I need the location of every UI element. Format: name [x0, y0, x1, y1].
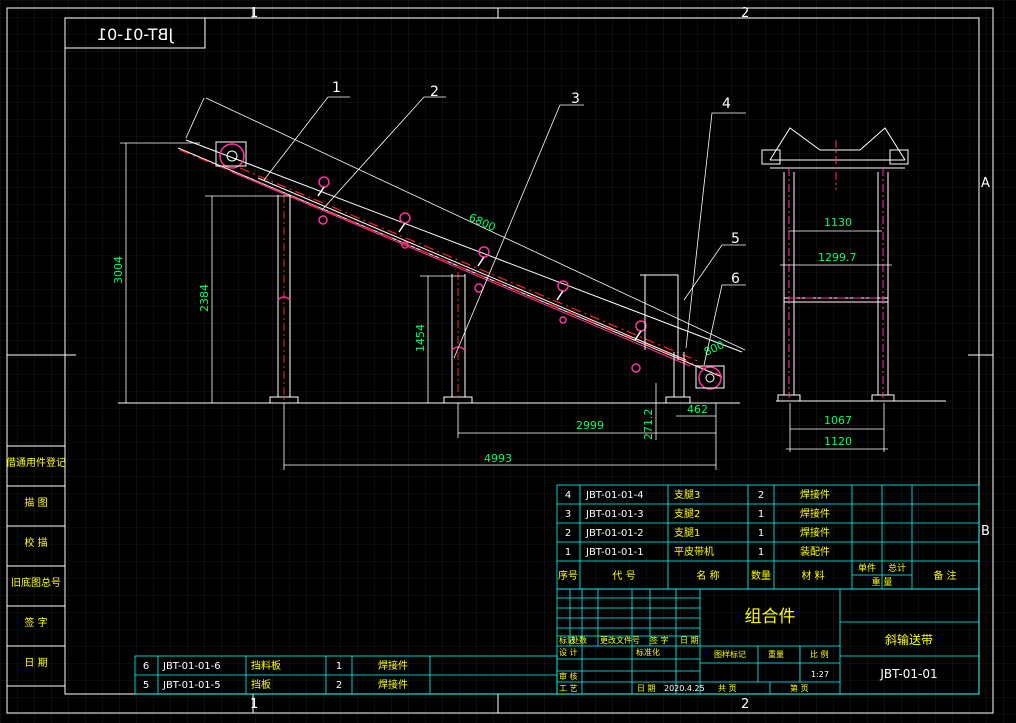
row-no: 6 [143, 661, 149, 672]
row-no: 3 [565, 509, 571, 520]
scale-value: 1:27 [811, 670, 829, 679]
dim-1299-7: 1299.7 [818, 251, 857, 264]
callout-2: 2 [430, 84, 439, 100]
row-qty: 1 [758, 547, 764, 558]
row-no: 5 [143, 680, 149, 691]
callout-1: 1 [332, 80, 341, 96]
header-qty: 数量 [751, 569, 771, 582]
zone-top-2: 2 [741, 6, 749, 21]
tb-label: 处数 [571, 635, 587, 645]
callout-5: 5 [731, 231, 740, 247]
dim-1130: 1130 [824, 216, 852, 229]
tb-label: 审 核 [559, 671, 578, 681]
row-code: JBT-01-01-1 [585, 547, 644, 558]
tb-label: 日 期 [637, 684, 656, 693]
row-qty: 1 [758, 528, 764, 539]
stamp-label: 借通用件登记 [6, 456, 66, 469]
dim-1120: 1120 [824, 435, 852, 448]
dim-4993: 4993 [484, 452, 512, 465]
callout-6: 6 [731, 271, 740, 287]
tb-label: 更改文件号 [600, 635, 640, 645]
header-remark: 备 注 [933, 569, 956, 582]
row-no: 2 [565, 528, 571, 539]
zone-top-1: 1 [250, 6, 258, 21]
tb-label: 第 页 [790, 683, 809, 693]
row-note: 焊接件 [800, 526, 830, 539]
row-qty: 1 [336, 661, 342, 672]
row-name: 支腿2 [674, 508, 700, 520]
tb-label: 设 计 [559, 647, 578, 657]
row-code: JBT-01-01-3 [585, 509, 644, 520]
tb-label: 签 字 [650, 635, 669, 645]
row-name: 支腿3 [674, 489, 700, 501]
drawing-number: JBT-01-01 [879, 667, 937, 681]
date-value: 2020.4.25 [664, 684, 705, 693]
stamp-label: 旧底图总号 [11, 576, 61, 589]
dim-3004: 3004 [112, 256, 125, 284]
callout-3: 3 [571, 91, 580, 107]
header-name: 名 称 [696, 569, 719, 582]
dim-462: 462 [687, 403, 708, 416]
header-total-weight: 总计 [888, 562, 906, 574]
row-name: 挡板 [251, 678, 271, 691]
row-code: JBT-01-01-5 [162, 680, 221, 691]
row-note: 焊接件 [800, 488, 830, 501]
row-qty: 1 [758, 509, 764, 520]
dim-1067: 1067 [824, 414, 852, 427]
row-no: 4 [565, 490, 571, 501]
dim-271-2: 271.2 [642, 409, 655, 441]
header-code: 代 号 [612, 570, 635, 582]
stamp-label: 校 描 [24, 536, 47, 549]
header-weight: 重 量 [872, 576, 893, 588]
dim-2999: 2999 [576, 419, 604, 432]
dim-2384: 2384 [198, 284, 211, 312]
row-code: JBT-01-01-2 [585, 528, 644, 539]
header-no: 序号 [558, 569, 578, 582]
stamp-label: 签 字 [24, 616, 47, 629]
tb-label: 日 期 [680, 636, 699, 645]
row-code: JBT-01-01-6 [162, 661, 221, 672]
tb-label: 标准化 [636, 647, 660, 657]
product-name: 斜输送带 [885, 632, 933, 647]
row-note: 焊接件 [378, 678, 408, 691]
row-note: 焊接件 [378, 659, 408, 672]
grid [0, 0, 1016, 723]
tb-label: 图样标记 [714, 649, 746, 659]
tb-label: 重量 [768, 649, 784, 659]
cad-drawing: 1 2 1 2 A B JBT-01-01 借通用件登记 描 图 校 描 旧底图… [0, 0, 1016, 723]
row-name: 平皮带机 [674, 545, 714, 558]
zone-bottom-1: 1 [250, 697, 258, 712]
zone-right-b: B [981, 524, 990, 539]
header-unit-weight: 单件 [858, 562, 876, 574]
tb-label: 工 艺 [559, 684, 578, 693]
row-no: 1 [565, 547, 571, 558]
row-note: 装配件 [800, 545, 830, 558]
tb-label: 共 页 [718, 684, 737, 693]
header-material: 材 料 [801, 569, 824, 582]
row-name: 支腿1 [674, 527, 700, 539]
stamp-label: 描 图 [24, 496, 47, 509]
callout-4: 4 [722, 96, 731, 112]
row-qty: 2 [336, 680, 342, 691]
row-name: 挡料板 [251, 659, 281, 672]
dim-1454: 1454 [414, 324, 427, 352]
tb-label: 比 例 [810, 649, 829, 659]
zone-right-a: A [981, 176, 990, 191]
mirrored-number: JBT-01-01 [97, 25, 174, 44]
stamp-label: 日 期 [24, 657, 47, 669]
assembly-title: 组合件 [745, 607, 796, 627]
row-code: JBT-01-01-4 [585, 490, 644, 501]
row-note: 焊接件 [800, 507, 830, 520]
row-qty: 2 [758, 490, 764, 501]
zone-bottom-2: 2 [741, 697, 749, 712]
